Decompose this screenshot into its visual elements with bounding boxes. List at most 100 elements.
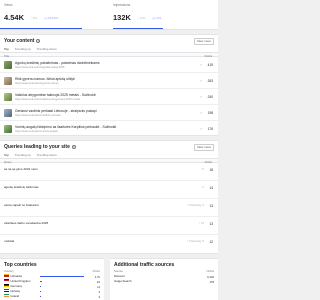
clicks-value: 13 <box>209 221 213 226</box>
country-bar <box>40 276 84 277</box>
list-item[interactable]: Image Search <box>114 279 131 283</box>
uk-flag-icon <box>4 279 9 283</box>
clicks-value: 13 <box>209 203 213 208</box>
query-change: ↑ 5 <box>200 168 204 171</box>
external-link-icon[interactable]: ↗ <box>199 63 202 67</box>
country-bar <box>40 296 41 297</box>
table-row[interactable]: vardų vapairi so ilsaiturēsi ↑ Previousl… <box>0 199 218 217</box>
germany-flag-icon <box>4 284 9 288</box>
post-thumbnail <box>4 77 12 85</box>
column-header: Country <box>4 269 14 273</box>
impressions-label: Impressions <box>113 3 131 7</box>
table-row[interactable]: mokslai ↑ Previously: 5 12 <box>0 235 218 253</box>
lithuania-flag-icon <box>4 274 9 278</box>
post-title[interactable]: Valsčius atrygomėse šaknojai 2025 metais… <box>15 93 96 97</box>
query-text: sa na ąs gime 2024 metu <box>4 167 38 171</box>
countries-panel: Top countries Country Clicks Lithuania 1… <box>0 258 104 300</box>
query-text: valsčiaus darbo vamdaudra 2025 <box>4 221 49 225</box>
clicks-value: 14 <box>209 185 213 190</box>
views-progress-bar <box>0 28 82 29</box>
table-row[interactable]: Vorinių augalų Iškeipimo sa ilsaiturės K… <box>0 121 218 137</box>
query-text: mokslai <box>4 239 15 243</box>
external-link-icon[interactable]: ↗ <box>199 127 202 131</box>
external-link-icon[interactable]: ↗ <box>199 79 202 83</box>
post-title[interactable]: Rišk gyvenu namus. Išbiut apšvią siūlyti <box>15 77 75 81</box>
post-url: https://www.example.lt/voriniu-augalu <box>15 129 58 133</box>
post-thumbnail <box>4 109 12 117</box>
queries-panel: Queries leading to your site? View more … <box>0 140 218 254</box>
views-stat[interactable]: Views 4.54K ↑ 8% +1,234,567 <box>4 3 59 25</box>
list-item[interactable]: Ireland <box>4 294 19 298</box>
clicks-value: 4 <box>98 289 100 294</box>
list-item[interactable]: Germany <box>4 284 22 288</box>
queries-title: Queries leading to your site? <box>4 144 76 150</box>
content-view-more-button[interactable]: View more <box>193 38 214 45</box>
query-change: ↑ 1 <box>200 186 204 189</box>
query-change: ↑ 12 <box>199 222 204 225</box>
post-title[interactable]: Agurkų kraštinių pašalinimas - patarimas… <box>15 61 100 65</box>
table-row[interactable]: Agurkų kraštinių pašalinimas - patarimas… <box>0 57 218 73</box>
clicks-value: 11 <box>97 284 100 289</box>
post-url: https://www.example.lt/valscius-atrygome… <box>15 97 81 101</box>
views-sub: +1,234,567 <box>43 16 59 20</box>
countries-title: Top countries <box>4 262 37 268</box>
table-row[interactable]: sa na ąs gime 2024 metu ↑ 5 18 <box>0 163 218 181</box>
table-row[interactable]: valsčiaus darbo vamdaudra 2025 ↑ 12 13 <box>0 217 218 235</box>
help-icon[interactable]: ? <box>71 144 76 149</box>
post-url: https://www.example.lt/vardinis-persaiai <box>15 113 61 117</box>
column-header: Clicks <box>92 269 100 273</box>
post-title[interactable]: Geriausi vardinis peršaiai Lietuvoje - s… <box>15 109 97 113</box>
post-url: https://www.example.lt/agurkai-sodas-202… <box>15 65 65 69</box>
list-item[interactable]: United Kingdom <box>4 279 30 283</box>
post-url: https://www.example.lt/gyvenu-namus <box>15 81 59 85</box>
post-title[interactable]: Vorinių augalų Iškeipimo sa ilsaiturės K… <box>15 125 116 129</box>
query-text: vardų vapairi so ilsaiturēsi <box>4 203 39 207</box>
query-text: agurkų kraštinių šalinimas <box>4 185 39 189</box>
country-bar <box>40 286 42 287</box>
query-change: ↑ Previously: 5 <box>187 240 204 243</box>
stats-row: Views 4.54K ↑ 8% +1,234,567 Impressions … <box>0 0 218 30</box>
country-bar <box>40 281 43 282</box>
impressions-change: ↑ 11% <box>137 16 146 20</box>
views-change: ↑ 8% <box>30 16 38 20</box>
list-item[interactable]: Discover <box>114 274 125 278</box>
query-change: ↑ Previously: 0 <box>187 204 204 207</box>
content-panel: Your content? View more Top Trending up Tr… <box>0 34 218 136</box>
clicks-value: 178 <box>209 279 214 284</box>
views-value: 4.54K <box>4 13 25 22</box>
clicks-value: 415 <box>207 63 213 67</box>
table-row[interactable]: Valsčius atrygomėse šaknojai 2025 metais… <box>0 89 218 105</box>
country-bar <box>40 291 41 292</box>
traffic-title: Additional traffic sources <box>114 262 175 268</box>
post-thumbnail <box>4 61 12 69</box>
impressions-stat[interactable]: Impressions 132K ↑ 11% +4,123 <box>113 3 161 25</box>
impressions-value: 132K <box>113 13 131 22</box>
traffic-panel: Additional traffic sources Source Clicks… <box>110 258 218 300</box>
help-icon[interactable]: ? <box>36 38 41 43</box>
external-link-icon[interactable]: ↗ <box>199 95 202 99</box>
post-thumbnail <box>4 125 12 133</box>
list-item[interactable]: Norway <box>4 289 20 293</box>
clicks-value: 240 <box>207 95 213 99</box>
post-thumbnail <box>4 93 12 101</box>
clicks-value: 3,120 <box>207 274 214 279</box>
column-header: Source <box>114 269 123 273</box>
column-header: Clicks <box>206 269 214 273</box>
clicks-value: 12 <box>209 239 213 244</box>
clicks-value: 1,7k <box>94 274 100 279</box>
clicks-value: 19 <box>96 279 100 284</box>
clicks-value: 198 <box>207 111 213 115</box>
clicks-value: 263 <box>207 79 213 83</box>
ireland-flag-icon <box>4 294 9 298</box>
clicks-value: 4 <box>98 294 100 299</box>
list-item[interactable]: Lithuania <box>4 274 22 278</box>
impressions-sub: +4,123 <box>151 16 162 20</box>
content-title: Your content? <box>4 38 41 44</box>
external-link-icon[interactable]: ↗ <box>199 111 202 115</box>
table-row[interactable]: agurkų kraštinių šalinimas ↑ 1 14 <box>0 181 218 199</box>
queries-view-more-button[interactable]: View more <box>193 144 214 151</box>
table-row[interactable]: Rišk gyvenu namus. Išbiut apšvią siūlyti… <box>0 73 218 89</box>
table-row[interactable]: Geriausi vardinis peršaiai Lietuvoje - s… <box>0 105 218 121</box>
norway-flag-icon <box>4 289 9 293</box>
clicks-value: 18 <box>209 167 213 172</box>
